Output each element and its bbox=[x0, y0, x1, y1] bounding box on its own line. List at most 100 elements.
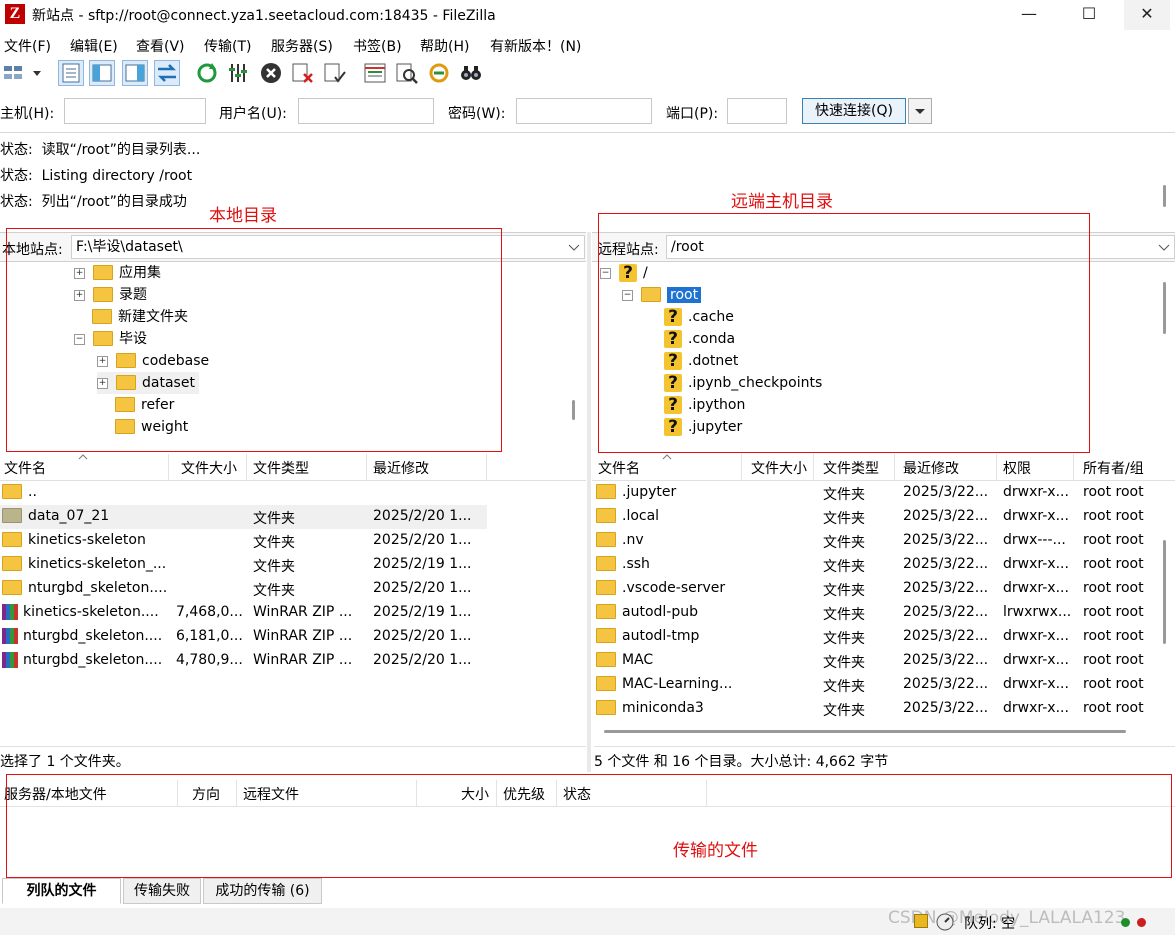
file-row[interactable]: .ssh 文件夹 2025/3/22... drwxr-x... root ro… bbox=[592, 553, 1164, 577]
quickconnect-bar: 主机(H): 用户名(U): 密码(W): 端口(P): 快速连接(Q) bbox=[0, 94, 1175, 130]
column-separator[interactable] bbox=[366, 454, 367, 480]
reconnect-icon[interactable] bbox=[322, 60, 348, 86]
menu-edit[interactable]: 编辑(E) bbox=[70, 36, 118, 56]
column-owner[interactable]: 所有者/组 bbox=[1083, 458, 1144, 478]
file-row[interactable]: MAC 文件夹 2025/3/22... drwxr-x... root roo… bbox=[592, 649, 1164, 673]
file-name: data_07_21 bbox=[28, 508, 110, 524]
remote-list-hscrollbar[interactable] bbox=[604, 730, 1126, 733]
folder-icon bbox=[596, 628, 616, 643]
close-button[interactable]: ✕ bbox=[1124, 0, 1170, 30]
file-row[interactable]: autodl-pub 文件夹 2025/3/22... lrwxrwx... r… bbox=[592, 601, 1164, 625]
folder-icon bbox=[596, 532, 616, 547]
quickconnect-button[interactable]: 快速连接(Q) bbox=[802, 98, 906, 124]
log-label: 状态: bbox=[0, 168, 33, 184]
column-filetype[interactable]: 文件类型 bbox=[253, 458, 309, 478]
file-row[interactable]: .. bbox=[0, 481, 487, 505]
menu-transfer[interactable]: 传输(T) bbox=[204, 36, 251, 56]
local-tree-scrollbar[interactable] bbox=[572, 400, 575, 420]
tab-failed-transfers[interactable]: 传输失败 bbox=[123, 878, 201, 904]
pane-splitter[interactable] bbox=[587, 232, 591, 772]
speed-limit-icon[interactable] bbox=[935, 912, 955, 932]
column-separator[interactable] bbox=[168, 454, 169, 480]
toggle-local-tree-icon[interactable] bbox=[89, 60, 115, 86]
maximize-button[interactable]: ☐ bbox=[1066, 0, 1112, 30]
compare-directories-icon[interactable] bbox=[394, 60, 420, 86]
site-manager-icon[interactable] bbox=[2, 60, 28, 86]
menu-file[interactable]: 文件(F) bbox=[4, 36, 51, 56]
remote-list-scrollbar[interactable] bbox=[1163, 540, 1166, 644]
file-row[interactable]: kinetics-skeleton.... 7,468,0... WinRAR … bbox=[0, 601, 487, 625]
file-row[interactable]: .local 文件夹 2025/3/22... drwxr-x... root … bbox=[592, 505, 1164, 529]
file-owner: root root bbox=[1083, 580, 1144, 596]
host-input[interactable] bbox=[64, 98, 206, 124]
process-queue-icon[interactable] bbox=[226, 60, 252, 86]
file-row[interactable]: nturgbd_skeleton.... 4,780,9... WinRAR Z… bbox=[0, 649, 487, 673]
quickconnect-dropdown-button[interactable] bbox=[908, 98, 932, 124]
menu-view[interactable]: 查看(V) bbox=[136, 36, 185, 56]
synchronized-browsing-icon[interactable] bbox=[426, 60, 452, 86]
zip-archive-icon bbox=[2, 652, 18, 668]
menu-bookmarks[interactable]: 书签(B) bbox=[353, 36, 402, 56]
log-text: 读取“/root”的目录列表... bbox=[41, 142, 201, 158]
file-row[interactable]: MAC-Learning... 文件夹 2025/3/22... drwxr-x… bbox=[592, 673, 1164, 697]
directory-listing-filter-icon[interactable] bbox=[362, 60, 388, 86]
file-owner: root root bbox=[1083, 532, 1144, 548]
column-separator[interactable] bbox=[1073, 454, 1074, 480]
disconnect-icon[interactable] bbox=[290, 60, 316, 86]
tab-successful-transfers[interactable]: 成功的传输 (6) bbox=[203, 878, 322, 904]
tab-queued-files[interactable]: 列队的文件 bbox=[2, 878, 121, 904]
file-type: 文件夹 bbox=[823, 655, 865, 671]
column-permissions[interactable]: 权限 bbox=[1003, 458, 1031, 478]
toggle-remote-tree-icon[interactable] bbox=[122, 60, 148, 86]
file-row[interactable]: kinetics-skeleton 文件夹 2025/2/20 1... bbox=[0, 529, 487, 553]
column-separator[interactable] bbox=[741, 454, 742, 480]
refresh-icon[interactable] bbox=[194, 60, 220, 86]
log-text: 列出“/root”的目录成功 bbox=[41, 194, 187, 210]
log-label: 状态: bbox=[0, 142, 33, 158]
column-modified[interactable]: 最近修改 bbox=[903, 458, 959, 478]
file-row[interactable]: nturgbd_skeleton.... 6,181,0... WinRAR Z… bbox=[0, 625, 487, 649]
file-row[interactable]: .nv 文件夹 2025/3/22... drwx---... root roo… bbox=[592, 529, 1164, 553]
remote-tree-scrollbar[interactable] bbox=[1163, 282, 1166, 334]
column-separator[interactable] bbox=[486, 454, 487, 480]
file-type: 文件夹 bbox=[823, 631, 865, 647]
toggle-queue-icon[interactable] bbox=[154, 60, 180, 86]
log-scrollbar[interactable] bbox=[1163, 185, 1166, 207]
toggle-log-icon[interactable] bbox=[58, 60, 84, 86]
chevron-down-icon[interactable] bbox=[30, 60, 44, 86]
password-input[interactable] bbox=[516, 98, 652, 124]
file-row[interactable]: autodl-tmp 文件夹 2025/3/22... drwxr-x... r… bbox=[592, 625, 1164, 649]
file-row-selected[interactable]: data_07_21 文件夹 2025/2/20 1... bbox=[0, 505, 487, 529]
file-type: WinRAR ZIP ... bbox=[253, 628, 353, 644]
file-row[interactable]: .jupyter 文件夹 2025/3/22... drwxr-x... roo… bbox=[592, 481, 1164, 505]
file-name: .vscode-server bbox=[622, 580, 726, 596]
file-row[interactable]: nturgbd_skeleton.... 文件夹 2025/2/20 1... bbox=[0, 577, 487, 601]
port-input[interactable] bbox=[727, 98, 787, 124]
column-separator[interactable] bbox=[894, 454, 895, 480]
column-filename[interactable]: 文件名 bbox=[598, 458, 640, 478]
column-separator[interactable] bbox=[996, 454, 997, 480]
chevron-down-icon[interactable] bbox=[1158, 243, 1170, 253]
column-filetype[interactable]: 文件类型 bbox=[823, 458, 879, 478]
file-row[interactable]: kinetics-skeleton_... 文件夹 2025/2/19 1... bbox=[0, 553, 487, 577]
file-owner: root root bbox=[1083, 628, 1144, 644]
file-type: 文件夹 bbox=[823, 559, 865, 575]
username-input[interactable] bbox=[298, 98, 434, 124]
column-separator[interactable] bbox=[813, 454, 814, 480]
port-label: 端口(P): bbox=[666, 106, 719, 122]
minimize-button[interactable]: — bbox=[1006, 0, 1052, 30]
chevron-down-icon[interactable] bbox=[568, 243, 580, 253]
file-row[interactable]: miniconda3 文件夹 2025/3/22... drwxr-x... r… bbox=[592, 697, 1164, 721]
file-row[interactable]: .vscode-server 文件夹 2025/3/22... drwxr-x.… bbox=[592, 577, 1164, 601]
menu-new-version[interactable]: 有新版本！(N) bbox=[490, 36, 581, 56]
column-filesize[interactable]: 文件大小 bbox=[181, 458, 237, 478]
column-filename[interactable]: 文件名 bbox=[4, 458, 46, 478]
column-modified[interactable]: 最近修改 bbox=[373, 458, 429, 478]
menu-help[interactable]: 帮助(H) bbox=[420, 36, 469, 56]
column-separator[interactable] bbox=[246, 454, 247, 480]
menu-server[interactable]: 服务器(S) bbox=[271, 36, 333, 56]
search-files-icon[interactable] bbox=[458, 60, 484, 86]
cancel-operation-icon[interactable] bbox=[258, 60, 284, 86]
log-line: 状态: 读取“/root”的目录列表... bbox=[0, 139, 200, 159]
column-filesize[interactable]: 文件大小 bbox=[751, 458, 807, 478]
